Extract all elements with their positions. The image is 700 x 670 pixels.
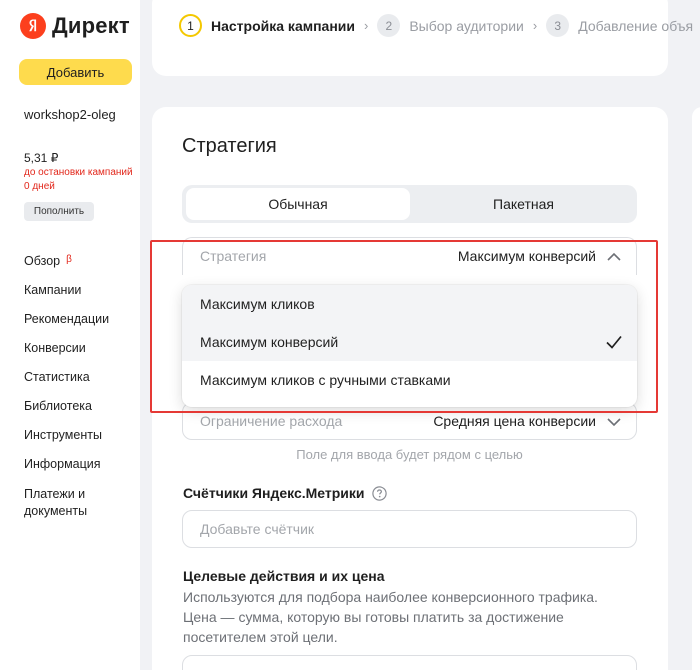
option-max-clicks[interactable]: Максимум кликов (182, 285, 637, 323)
strategy-select-label: Стратегия (200, 248, 267, 264)
option-max-conversions[interactable]: Максимум конверсий (182, 323, 637, 361)
step-label-ads[interactable]: Добавление объя (578, 18, 693, 34)
sidebar-item-recommendations[interactable]: Рекомендации (24, 312, 124, 341)
spend-limit-value: Средняя цена конверсии (433, 413, 596, 429)
steps-card (152, 0, 668, 76)
option-label: Максимум конверсий (200, 334, 339, 350)
chevron-right-icon: › (364, 18, 369, 33)
metrika-title: Счётчики Яндекс.Метрики (183, 485, 387, 501)
metrika-counter-input[interactable] (182, 510, 637, 548)
chevron-down-icon (607, 418, 621, 427)
step-label-audience[interactable]: Выбор аудитории (409, 18, 524, 34)
sidebar-nav: Обзор β Кампании Рекомендации Конверсии С… (24, 254, 124, 520)
sidebar-item-conversions[interactable]: Конверсии (24, 341, 124, 370)
step-label-campaign-setup[interactable]: Настройка кампании (211, 18, 355, 34)
account-login[interactable]: workshop2-oleg (24, 107, 116, 122)
logo-text: Директ (52, 13, 130, 38)
sidebar-item-overview[interactable]: Обзор β (24, 254, 124, 283)
chevron-up-icon (607, 252, 621, 261)
wizard-steps: 1 Настройка кампании › 2 Выбор аудитории… (179, 14, 700, 37)
yandex-direct-logo-icon (20, 13, 46, 39)
strategy-select[interactable]: Стратегия Максимум конверсий (182, 237, 637, 275)
chevron-right-icon: › (532, 18, 538, 33)
sidebar-item-statistics[interactable]: Статистика (24, 370, 124, 399)
sidebar-item-payments[interactable]: Платежи и документы (24, 486, 124, 520)
tab-regular[interactable]: Обычная (186, 188, 410, 220)
help-icon[interactable] (371, 485, 387, 501)
tab-package[interactable]: Пакетная (410, 188, 637, 220)
sidebar-item-library[interactable]: Библиотека (24, 399, 124, 428)
sidebar: Директ Добавить workshop2-oleg 5,31 ₽ до… (0, 0, 140, 670)
spend-limit-label: Ограничение расхода (200, 413, 343, 429)
step-number[interactable]: 2 (377, 14, 401, 37)
sidebar-item-tools[interactable]: Инструменты (24, 428, 124, 457)
right-panel-edge (692, 107, 700, 670)
stop-warning: до остановки кампаний 0 дней (24, 167, 133, 192)
beta-badge: β (66, 254, 72, 265)
strategy-tabs: Обычная Пакетная (182, 185, 637, 223)
checkmark-icon (606, 335, 622, 349)
step-number[interactable]: 1 (179, 14, 202, 37)
sidebar-item-campaigns[interactable]: Кампании (24, 283, 124, 312)
step-number[interactable]: 3 (546, 14, 570, 37)
hint-text: Поле для ввода будет рядом с целью (296, 447, 523, 462)
strategy-dropdown: Максимум кликов Максимум конверсий Макси… (182, 285, 637, 407)
goals-field[interactable] (182, 655, 637, 670)
balance-value: 5,31 ₽ (24, 151, 59, 165)
sidebar-item-information[interactable]: Информация (24, 457, 124, 486)
spend-limit-select[interactable]: Ограничение расхода Средняя цена конверс… (182, 402, 637, 440)
add-button[interactable]: Добавить (19, 59, 132, 85)
goals-title: Целевые действия и их цена (183, 568, 385, 584)
logo[interactable]: Директ (20, 13, 130, 39)
option-max-clicks-manual[interactable]: Максимум кликов с ручными ставками (182, 361, 637, 399)
goals-description: Используются для подбора наиболее конвер… (183, 589, 598, 645)
topup-button[interactable]: Пополнить (24, 202, 94, 221)
section-title: Стратегия (182, 135, 277, 157)
strategy-select-value: Максимум конверсий (457, 248, 596, 264)
